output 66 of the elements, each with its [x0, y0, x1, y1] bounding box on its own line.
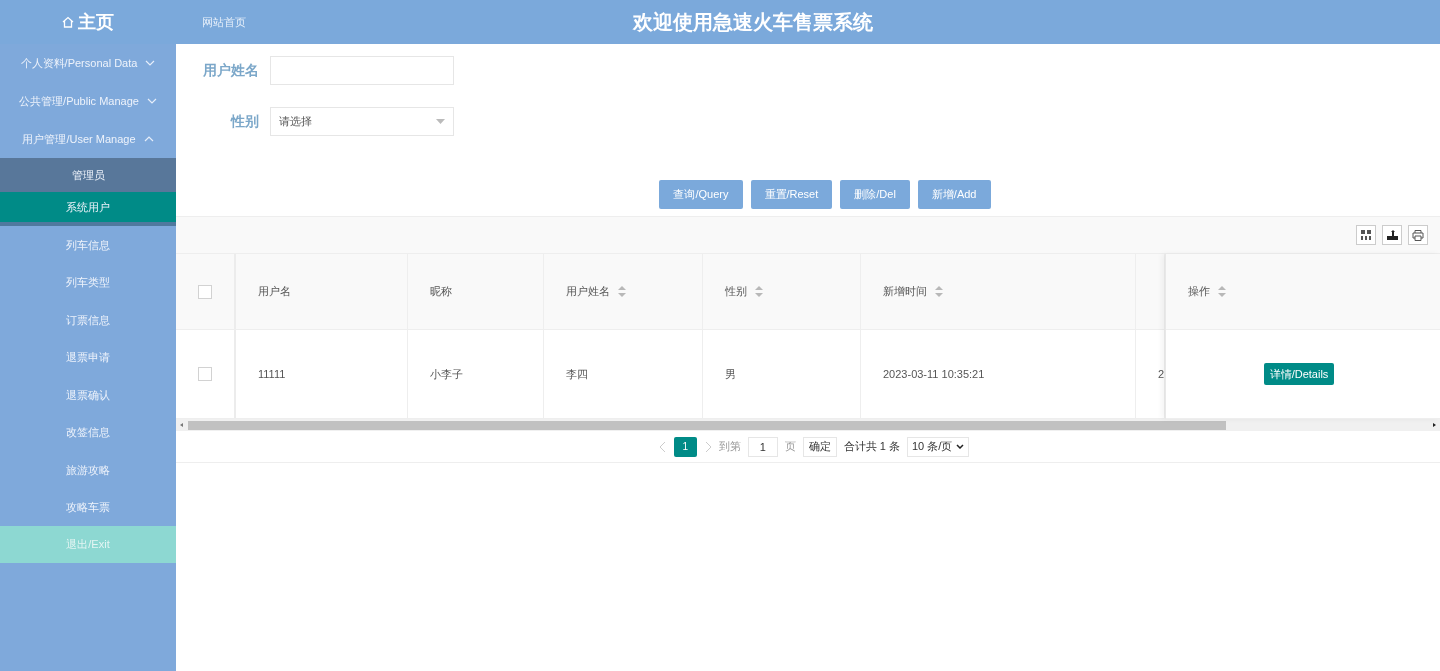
- table-cell-text: 李四: [566, 366, 588, 382]
- details-button[interactable]: 详情/Details: [1263, 363, 1335, 385]
- chevron-down-icon: [956, 444, 965, 449]
- next-page-icon[interactable]: [703, 440, 712, 453]
- sort-icon[interactable]: [755, 286, 763, 297]
- sidebar-subitem[interactable]: 系统用户: [0, 192, 176, 226]
- chevron-up-icon: [143, 136, 154, 142]
- column-header: 新增时间: [883, 284, 927, 300]
- exit-item[interactable]: 退出/Exit: [0, 526, 176, 563]
- chevron-down-icon: [145, 60, 156, 66]
- sidebar-item[interactable]: 退票申请: [0, 338, 176, 376]
- chevron-down-icon: [146, 98, 157, 104]
- column-header: 用户姓名: [566, 284, 610, 300]
- action-button[interactable]: 重置/Reset: [750, 180, 833, 209]
- sidebar-group[interactable]: 个人资料/Personal Data: [0, 44, 176, 82]
- page-unit: 页: [784, 439, 796, 455]
- confirm-button[interactable]: 确定: [802, 436, 837, 457]
- home-link[interactable]: 主页: [78, 8, 114, 36]
- horizontal-scrollbar[interactable]: [176, 419, 1440, 431]
- page-input[interactable]: 1: [747, 436, 778, 457]
- column-header: 昵称: [430, 284, 452, 300]
- table-cell-text: 男: [725, 366, 736, 382]
- prev-page-icon[interactable]: [658, 440, 667, 453]
- sidebar-item[interactable]: 旅游攻略: [0, 451, 176, 489]
- sort-icon[interactable]: [1218, 286, 1226, 297]
- page-size-select[interactable]: 10 条/页: [906, 436, 970, 457]
- sidebar-item[interactable]: 列车类型: [0, 263, 176, 301]
- table-cell-text: 小李子: [430, 366, 463, 382]
- row-checkbox[interactable]: [198, 367, 212, 381]
- print-icon: [1412, 229, 1424, 241]
- action-button[interactable]: 查询/Query: [659, 180, 743, 209]
- grid-icon: [1361, 230, 1371, 240]
- sort-icon[interactable]: [935, 286, 943, 297]
- select-field[interactable]: 请选择: [270, 107, 454, 136]
- sidebar-item[interactable]: 退票确认: [0, 376, 176, 414]
- sidebar-subitem[interactable]: 管理员: [0, 158, 176, 192]
- page-title: 欢迎使用急速火车售票系统: [633, 10, 873, 35]
- field-label: 用户姓名: [202, 61, 260, 80]
- home-icon[interactable]: [62, 16, 74, 28]
- sidebar-group[interactable]: 用户管理/User Manage: [0, 120, 176, 158]
- total-count: 合计共 1 条: [843, 439, 900, 455]
- export-icon: [1386, 230, 1398, 240]
- sidebar-item[interactable]: 列车信息: [0, 226, 176, 264]
- goto-label: 到第: [718, 439, 741, 455]
- column-header: 用户名: [258, 284, 291, 300]
- table-cell-text: 2: [1158, 366, 1164, 382]
- print-button[interactable]: [1408, 225, 1428, 245]
- dropdown-icon: [436, 119, 445, 124]
- sidebar-group[interactable]: 公共管理/Public Manage: [0, 82, 176, 120]
- column-header: 操作: [1188, 284, 1210, 300]
- column-header: 性别: [725, 284, 747, 300]
- action-button[interactable]: 删除/Del: [840, 180, 910, 209]
- breadcrumb-link[interactable]: 网站首页: [202, 13, 246, 31]
- sort-icon[interactable]: [618, 286, 626, 297]
- table-cell-text: 11111: [258, 366, 286, 382]
- field-label: 性别: [229, 112, 260, 131]
- table-cell-text: 2023-03-11 10:35:21: [883, 366, 985, 382]
- sidebar-item[interactable]: 改签信息: [0, 413, 176, 451]
- input-field[interactable]: [270, 56, 454, 85]
- sidebar-item[interactable]: 攻略车票: [0, 488, 176, 526]
- columns-button[interactable]: [1356, 225, 1376, 245]
- select-all-checkbox[interactable]: [198, 284, 212, 299]
- sidebar-item[interactable]: 订票信息: [0, 301, 176, 339]
- page-button[interactable]: 1: [673, 436, 697, 457]
- action-button[interactable]: 新增/Add: [917, 180, 991, 209]
- export-button[interactable]: [1382, 225, 1402, 245]
